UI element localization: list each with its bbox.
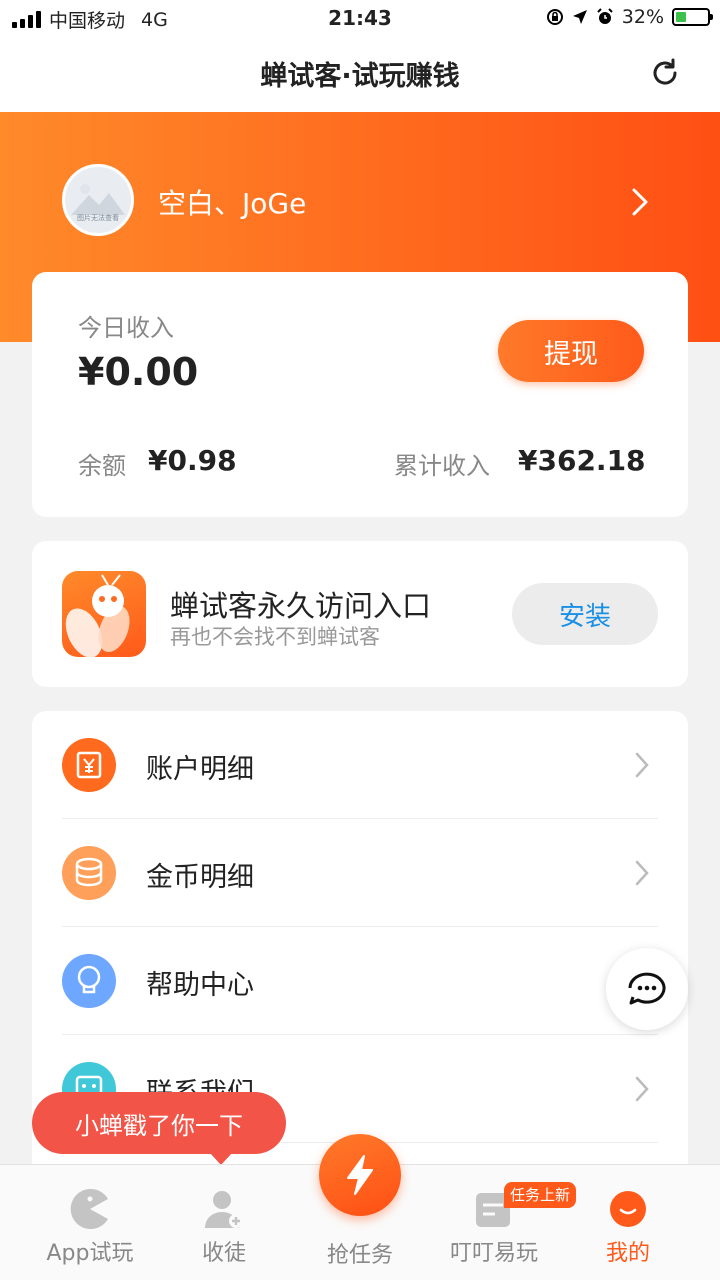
- tab-label: 抢任务: [326, 1243, 393, 1268]
- image-placeholder-icon: [71, 184, 125, 215]
- tab-label: 我的: [605, 1241, 650, 1266]
- tab-label: 叮叮易玩: [449, 1241, 538, 1266]
- avatar[interactable]: 图片无法查看: [62, 164, 134, 236]
- avatar-caption: 图片无法查看: [77, 214, 119, 222]
- total-income-label: 累计收入: [394, 452, 490, 480]
- username[interactable]: 空白、JoGe: [158, 182, 306, 222]
- page-title: 蝉试客·试玩赚钱: [260, 61, 460, 92]
- menu-item-help-center[interactable]: 帮助中心: [32, 927, 688, 1035]
- chevron-right-icon[interactable]: [628, 186, 652, 218]
- menu-item-account-details[interactable]: 账户明细: [32, 711, 688, 819]
- rotation-lock-icon: [546, 9, 563, 25]
- tab-recruit[interactable]: 收徒: [157, 1165, 291, 1280]
- alarm-icon: [597, 8, 613, 24]
- add-user-icon: [205, 1191, 243, 1228]
- menu-item-label: 账户明细: [146, 754, 254, 785]
- tab-app-trial[interactable]: App试玩: [23, 1165, 157, 1280]
- battery-icon: [672, 8, 713, 26]
- chevron-right-icon: [635, 752, 649, 778]
- coins-icon: [62, 846, 116, 900]
- income-card: 今日收入 ¥0.00 提现 余额 ¥0.98 累计收入 ¥362.18: [32, 272, 688, 517]
- install-subtitle: 再也不会找不到蝉试客: [170, 625, 380, 649]
- lightning-icon: [347, 1155, 373, 1195]
- withdraw-button[interactable]: 提现: [498, 320, 644, 382]
- menu-item-label: 金币明细: [146, 862, 254, 893]
- status-bar: 中国移动 4G 21:43 32%: [0, 0, 720, 36]
- lightbulb-icon: [62, 954, 116, 1008]
- status-right: 32%: [546, 6, 713, 28]
- balance-value: ¥0.98: [148, 444, 237, 477]
- install-button[interactable]: 安装: [512, 583, 658, 645]
- chevron-right-icon: [635, 1076, 649, 1102]
- tab-mine[interactable]: 我的: [561, 1165, 695, 1280]
- today-income-value: ¥0.00: [78, 350, 199, 394]
- location-icon: [572, 10, 587, 24]
- nav-bar: 蝉试客·试玩赚钱: [0, 36, 720, 112]
- new-task-badge: 任务上新: [504, 1182, 577, 1208]
- battery-percent: 32%: [621, 6, 664, 28]
- today-income-label: 今日收入: [78, 314, 174, 342]
- grab-task-button[interactable]: [319, 1134, 401, 1216]
- headset-chat-icon: [628, 972, 666, 1005]
- install-title: 蝉试客永久访问入口: [170, 589, 432, 623]
- total-income-value: ¥362.18: [518, 444, 646, 477]
- menu-item-coin-details[interactable]: 金币明细: [32, 819, 688, 927]
- pacman-icon: [70, 1189, 108, 1229]
- menu-item-label: 帮助中心: [146, 970, 254, 1001]
- tab-label: App试玩: [46, 1241, 134, 1266]
- chevron-right-icon: [635, 860, 649, 886]
- app-logo-icon: [62, 571, 146, 657]
- tab-label: 收徒: [201, 1241, 246, 1266]
- poke-toast[interactable]: 小蝉戳了你一下: [32, 1092, 286, 1165]
- customer-service-button[interactable]: [606, 948, 688, 1030]
- install-card: 蝉试客永久访问入口 再也不会找不到蝉试客 安装: [32, 541, 688, 687]
- balance-label: 余额: [78, 452, 126, 480]
- yuan-icon: [62, 738, 116, 792]
- smile-icon: [610, 1191, 646, 1227]
- refresh-icon[interactable]: [648, 56, 682, 90]
